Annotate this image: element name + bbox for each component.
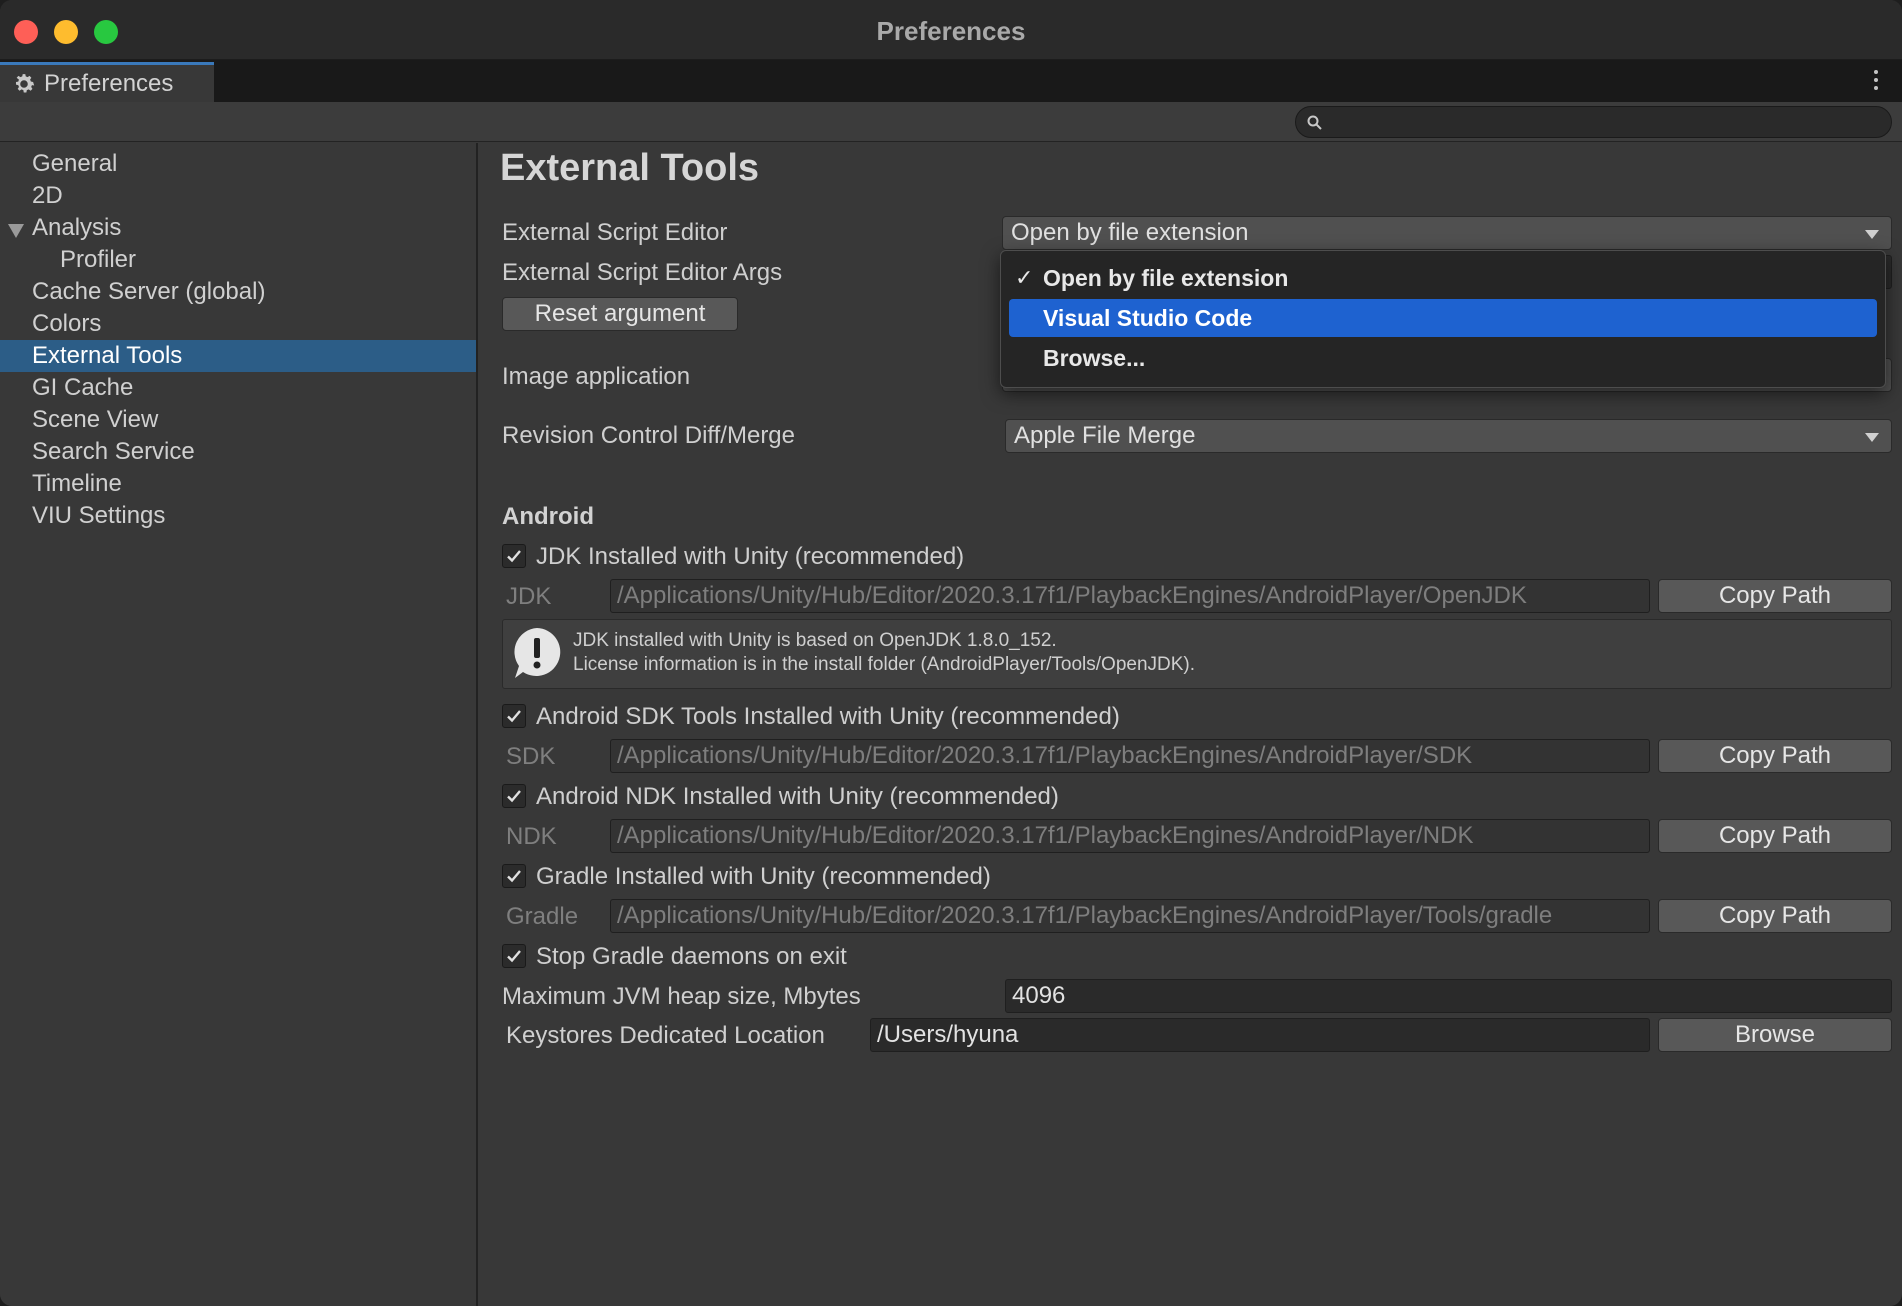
more-options-icon[interactable] bbox=[1872, 68, 1880, 92]
android-section-title: Android bbox=[502, 503, 594, 530]
sidebar-item-timeline[interactable]: Timeline bbox=[0, 468, 476, 500]
sdk-path-field: /Applications/Unity/Hub/Editor/2020.3.17… bbox=[610, 739, 1650, 773]
toolbar bbox=[0, 102, 1902, 142]
menu-item-open-by-file-extension[interactable]: ✓ Open by file extension bbox=[1009, 259, 1877, 297]
jdk-info-line-1: JDK installed with Unity is based on Ope… bbox=[573, 630, 1057, 651]
ndk-checkbox-label: Android NDK Installed with Unity (recomm… bbox=[536, 783, 1059, 810]
search-input[interactable] bbox=[1295, 106, 1892, 138]
checkmark-icon bbox=[507, 870, 521, 883]
jvm-heap-label: Maximum JVM heap size, Mbytes bbox=[502, 983, 861, 1010]
script-editor-label: External Script Editor bbox=[502, 219, 728, 246]
image-application-label: Image application bbox=[502, 363, 691, 390]
ndk-label: NDK bbox=[506, 823, 557, 850]
checkmark-icon bbox=[507, 710, 521, 723]
info-icon bbox=[514, 628, 561, 678]
gradle-checkbox-label: Gradle Installed with Unity (recommended… bbox=[536, 863, 991, 890]
checkmark-icon: ✓ bbox=[1015, 265, 1034, 290]
ndk-path-field: /Applications/Unity/Hub/Editor/2020.3.17… bbox=[610, 819, 1650, 853]
gear-icon bbox=[15, 74, 35, 93]
chevron-down-icon bbox=[1865, 230, 1879, 239]
menu-item-label: Open by file extension bbox=[1043, 265, 1289, 291]
menu-item-browse[interactable]: Browse... bbox=[1009, 339, 1877, 377]
sidebar-item-scene-view[interactable]: Scene View bbox=[0, 404, 476, 436]
jdk-info-line-2: License information is in the install fo… bbox=[573, 654, 1196, 675]
tab-label: Preferences bbox=[44, 70, 174, 97]
ndk-checkbox[interactable] bbox=[502, 784, 526, 808]
sidebar-item-viu-settings[interactable]: VIU Settings bbox=[0, 500, 476, 532]
stop-gradle-checkbox[interactable] bbox=[502, 944, 526, 968]
gradle-path-field: /Applications/Unity/Hub/Editor/2020.3.17… bbox=[610, 899, 1650, 933]
checkmark-icon bbox=[507, 790, 521, 803]
preferences-window: Preferences Preferences General 2D Analy… bbox=[0, 0, 1902, 1306]
stop-gradle-label: Stop Gradle daemons on exit bbox=[536, 943, 847, 970]
sdk-copy-path-button[interactable]: Copy Path bbox=[1658, 739, 1892, 773]
sidebar-item-general[interactable]: General bbox=[0, 148, 476, 180]
sidebar: General 2D Analysis Profiler Cache Serve… bbox=[0, 143, 478, 1306]
revision-control-value: Apple File Merge bbox=[1014, 422, 1196, 449]
sidebar-item-search-service[interactable]: Search Service bbox=[0, 436, 476, 468]
sidebar-item-colors[interactable]: Colors bbox=[0, 308, 476, 340]
reset-argument-button[interactable]: Reset argument bbox=[502, 297, 738, 331]
sidebar-item-2d[interactable]: 2D bbox=[0, 180, 476, 212]
sidebar-item-cache-server[interactable]: Cache Server (global) bbox=[0, 276, 476, 308]
chevron-down-icon bbox=[1865, 433, 1879, 442]
sidebar-item-external-tools[interactable]: External Tools bbox=[0, 340, 476, 372]
title-bar: Preferences bbox=[0, 0, 1902, 60]
menu-item-label: Visual Studio Code bbox=[1043, 305, 1253, 331]
gradle-checkbox[interactable] bbox=[502, 864, 526, 888]
sidebar-item-gi-cache[interactable]: GI Cache bbox=[0, 372, 476, 404]
page-title: External Tools bbox=[500, 147, 760, 189]
gradle-label: Gradle bbox=[506, 903, 579, 930]
sidebar-item-analysis[interactable]: Analysis bbox=[0, 212, 476, 244]
menu-item-label: Browse... bbox=[1043, 345, 1146, 371]
jdk-copy-path-button[interactable]: Copy Path bbox=[1658, 579, 1892, 613]
jvm-heap-field[interactable]: 4096 bbox=[1005, 979, 1892, 1013]
checkmark-icon bbox=[507, 950, 521, 963]
revision-control-dropdown[interactable]: Apple File Merge bbox=[1005, 419, 1892, 453]
sdk-checkbox-label: Android SDK Tools Installed with Unity (… bbox=[536, 703, 1120, 730]
script-editor-args-label: External Script Editor Args bbox=[502, 259, 783, 286]
jdk-info-box: JDK installed with Unity is based on Ope… bbox=[502, 619, 1892, 689]
tab-preferences[interactable]: Preferences bbox=[0, 62, 214, 102]
revision-control-label: Revision Control Diff/Merge bbox=[502, 422, 796, 449]
keystores-label: Keystores Dedicated Location bbox=[506, 1022, 825, 1049]
script-editor-value: Open by file extension bbox=[1011, 219, 1249, 246]
jdk-label: JDK bbox=[506, 583, 552, 610]
script-editor-dropdown[interactable]: Open by file extension bbox=[1002, 216, 1892, 250]
keystores-field[interactable]: /Users/hyuna bbox=[870, 1018, 1650, 1052]
jdk-checkbox-label: JDK Installed with Unity (recommended) bbox=[536, 543, 965, 570]
menu-item-visual-studio-code[interactable]: Visual Studio Code bbox=[1009, 299, 1877, 337]
checkmark-icon bbox=[507, 550, 521, 563]
gradle-copy-path-button[interactable]: Copy Path bbox=[1658, 899, 1892, 933]
ndk-copy-path-button[interactable]: Copy Path bbox=[1658, 819, 1892, 853]
sidebar-item-profiler[interactable]: Profiler bbox=[0, 244, 476, 276]
sdk-checkbox[interactable] bbox=[502, 704, 526, 728]
tab-strip: Preferences bbox=[0, 60, 1902, 102]
window-title: Preferences bbox=[876, 16, 1026, 46]
keystores-browse-button[interactable]: Browse bbox=[1658, 1018, 1892, 1052]
script-editor-menu: ✓ Open by file extension Visual Studio C… bbox=[1000, 250, 1886, 388]
jdk-checkbox[interactable] bbox=[502, 544, 526, 568]
sdk-label: SDK bbox=[506, 743, 556, 770]
search-icon bbox=[1307, 115, 1322, 130]
jdk-path-field: /Applications/Unity/Hub/Editor/2020.3.17… bbox=[610, 579, 1650, 613]
